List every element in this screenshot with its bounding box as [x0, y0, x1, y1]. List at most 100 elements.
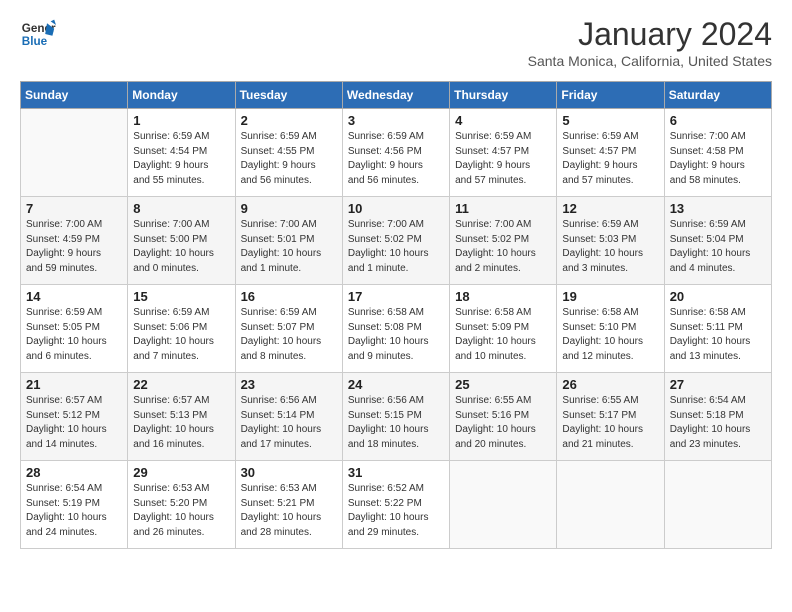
day-info: Sunrise: 7:00 AM Sunset: 4:58 PM Dayligh…	[670, 130, 766, 188]
day-number: 25	[455, 377, 551, 392]
calendar-cell: 6 Sunrise: 7:00 AM Sunset: 4:58 PM Daylig…	[664, 109, 771, 197]
day-number: 2	[241, 113, 337, 128]
month-title: January 2024	[528, 16, 772, 53]
day-info: Sunrise: 6:59 AM Sunset: 4:54 PM Dayligh…	[133, 130, 229, 188]
weekday-header-wednesday: Wednesday	[342, 82, 449, 109]
day-info: Sunrise: 6:59 AM Sunset: 5:06 PM Dayligh…	[133, 306, 229, 364]
day-number: 22	[133, 377, 229, 392]
week-row-4: 21Sunrise: 6:57 AM Sunset: 5:12 PM Dayli…	[21, 373, 772, 461]
calendar-cell	[664, 461, 771, 549]
weekday-header-friday: Friday	[557, 82, 664, 109]
calendar-cell	[21, 109, 128, 197]
day-info: Sunrise: 6:59 AM Sunset: 4:55 PM Dayligh…	[241, 130, 337, 188]
day-number: 21	[26, 377, 122, 392]
calendar-cell: 10Sunrise: 7:00 AM Sunset: 5:02 PM Dayli…	[342, 197, 449, 285]
day-info: Sunrise: 6:53 AM Sunset: 5:20 PM Dayligh…	[133, 482, 229, 540]
day-number: 27	[670, 377, 766, 392]
day-info: Sunrise: 6:55 AM Sunset: 5:16 PM Dayligh…	[455, 394, 551, 452]
calendar-cell: 19 Sunrise: 6:58 AM Sunset: 5:10 PM Dayli…	[557, 285, 664, 373]
day-info: Sunrise: 6:56 AM Sunset: 5:15 PM Dayligh…	[348, 394, 444, 452]
day-number: 17	[348, 289, 444, 304]
day-number: 11	[455, 201, 551, 216]
title-block: January 2024 Santa Monica, California, U…	[528, 16, 772, 69]
day-number: 19	[562, 289, 658, 304]
day-info: Sunrise: 6:56 AM Sunset: 5:14 PM Dayligh…	[241, 394, 337, 452]
week-row-1: 1 Sunrise: 6:59 AM Sunset: 4:54 PM Daylig…	[21, 109, 772, 197]
calendar-cell: 31 Sunrise: 6:52 AM Sunset: 5:22 PM Dayli…	[342, 461, 449, 549]
calendar-cell	[450, 461, 557, 549]
logo: General Blue	[20, 16, 56, 52]
day-number: 12	[562, 201, 658, 216]
day-number: 7	[26, 201, 122, 216]
day-number: 15	[133, 289, 229, 304]
day-info: Sunrise: 6:57 AM Sunset: 5:13 PM Dayligh…	[133, 394, 229, 452]
day-number: 5	[562, 113, 658, 128]
calendar-cell: 8Sunrise: 7:00 AM Sunset: 5:00 PM Daylig…	[128, 197, 235, 285]
day-number: 18	[455, 289, 551, 304]
day-info: Sunrise: 6:59 AM Sunset: 5:05 PM Dayligh…	[26, 306, 122, 364]
calendar-cell: 26 Sunrise: 6:55 AM Sunset: 5:17 PM Dayli…	[557, 373, 664, 461]
day-info: Sunrise: 6:58 AM Sunset: 5:09 PM Dayligh…	[455, 306, 551, 364]
calendar-cell: 7 Sunrise: 7:00 AM Sunset: 4:59 PM Daylig…	[21, 197, 128, 285]
logo-icon: General Blue	[20, 16, 56, 52]
weekday-header-thursday: Thursday	[450, 82, 557, 109]
calendar-cell: 18 Sunrise: 6:58 AM Sunset: 5:09 PM Dayli…	[450, 285, 557, 373]
calendar-table: SundayMondayTuesdayWednesdayThursdayFrid…	[20, 81, 772, 549]
day-info: Sunrise: 6:59 AM Sunset: 4:56 PM Dayligh…	[348, 130, 444, 188]
day-number: 20	[670, 289, 766, 304]
day-info: Sunrise: 6:54 AM Sunset: 5:18 PM Dayligh…	[670, 394, 766, 452]
day-info: Sunrise: 6:59 AM Sunset: 4:57 PM Dayligh…	[562, 130, 658, 188]
day-number: 13	[670, 201, 766, 216]
weekday-header-monday: Monday	[128, 82, 235, 109]
calendar-cell	[557, 461, 664, 549]
calendar-cell: 17Sunrise: 6:58 AM Sunset: 5:08 PM Dayli…	[342, 285, 449, 373]
calendar-cell: 28Sunrise: 6:54 AM Sunset: 5:19 PM Dayli…	[21, 461, 128, 549]
day-number: 30	[241, 465, 337, 480]
calendar-cell: 11Sunrise: 7:00 AM Sunset: 5:02 PM Dayli…	[450, 197, 557, 285]
calendar-cell: 15 Sunrise: 6:59 AM Sunset: 5:06 PM Dayli…	[128, 285, 235, 373]
day-number: 31	[348, 465, 444, 480]
calendar-cell: 2 Sunrise: 6:59 AM Sunset: 4:55 PM Daylig…	[235, 109, 342, 197]
day-info: Sunrise: 6:55 AM Sunset: 5:17 PM Dayligh…	[562, 394, 658, 452]
calendar-cell: 9Sunrise: 7:00 AM Sunset: 5:01 PM Daylig…	[235, 197, 342, 285]
day-number: 9	[241, 201, 337, 216]
day-info: Sunrise: 7:00 AM Sunset: 4:59 PM Dayligh…	[26, 218, 122, 276]
weekday-header-row: SundayMondayTuesdayWednesdayThursdayFrid…	[21, 82, 772, 109]
day-info: Sunrise: 6:58 AM Sunset: 5:10 PM Dayligh…	[562, 306, 658, 364]
day-number: 4	[455, 113, 551, 128]
calendar-cell: 1 Sunrise: 6:59 AM Sunset: 4:54 PM Daylig…	[128, 109, 235, 197]
day-number: 29	[133, 465, 229, 480]
calendar-cell: 5 Sunrise: 6:59 AM Sunset: 4:57 PM Daylig…	[557, 109, 664, 197]
calendar-cell: 13Sunrise: 6:59 AM Sunset: 5:04 PM Dayli…	[664, 197, 771, 285]
day-number: 6	[670, 113, 766, 128]
calendar-cell: 16 Sunrise: 6:59 AM Sunset: 5:07 PM Dayli…	[235, 285, 342, 373]
day-number: 1	[133, 113, 229, 128]
calendar-cell: 3 Sunrise: 6:59 AM Sunset: 4:56 PM Daylig…	[342, 109, 449, 197]
svg-text:Blue: Blue	[22, 35, 48, 48]
calendar-cell: 24 Sunrise: 6:56 AM Sunset: 5:15 PM Dayli…	[342, 373, 449, 461]
day-info: Sunrise: 6:54 AM Sunset: 5:19 PM Dayligh…	[26, 482, 122, 540]
calendar-cell: 23 Sunrise: 6:56 AM Sunset: 5:14 PM Dayli…	[235, 373, 342, 461]
day-number: 23	[241, 377, 337, 392]
weekday-header-tuesday: Tuesday	[235, 82, 342, 109]
day-number: 14	[26, 289, 122, 304]
calendar-cell: 12Sunrise: 6:59 AM Sunset: 5:03 PM Dayli…	[557, 197, 664, 285]
weekday-header-sunday: Sunday	[21, 82, 128, 109]
day-number: 8	[133, 201, 229, 216]
calendar-cell: 4Sunrise: 6:59 AM Sunset: 4:57 PM Daylig…	[450, 109, 557, 197]
day-number: 16	[241, 289, 337, 304]
day-number: 26	[562, 377, 658, 392]
day-info: Sunrise: 7:00 AM Sunset: 5:02 PM Dayligh…	[348, 218, 444, 276]
day-number: 24	[348, 377, 444, 392]
calendar-cell: 30Sunrise: 6:53 AM Sunset: 5:21 PM Dayli…	[235, 461, 342, 549]
calendar-cell: 25 Sunrise: 6:55 AM Sunset: 5:16 PM Dayli…	[450, 373, 557, 461]
calendar-cell: 29 Sunrise: 6:53 AM Sunset: 5:20 PM Dayli…	[128, 461, 235, 549]
day-info: Sunrise: 6:52 AM Sunset: 5:22 PM Dayligh…	[348, 482, 444, 540]
day-info: Sunrise: 6:59 AM Sunset: 5:07 PM Dayligh…	[241, 306, 337, 364]
calendar-cell: 20Sunrise: 6:58 AM Sunset: 5:11 PM Dayli…	[664, 285, 771, 373]
week-row-2: 7 Sunrise: 7:00 AM Sunset: 4:59 PM Daylig…	[21, 197, 772, 285]
calendar-cell: 27 Sunrise: 6:54 AM Sunset: 5:18 PM Dayli…	[664, 373, 771, 461]
week-row-3: 14 Sunrise: 6:59 AM Sunset: 5:05 PM Dayli…	[21, 285, 772, 373]
day-number: 3	[348, 113, 444, 128]
calendar-cell: 22 Sunrise: 6:57 AM Sunset: 5:13 PM Dayli…	[128, 373, 235, 461]
